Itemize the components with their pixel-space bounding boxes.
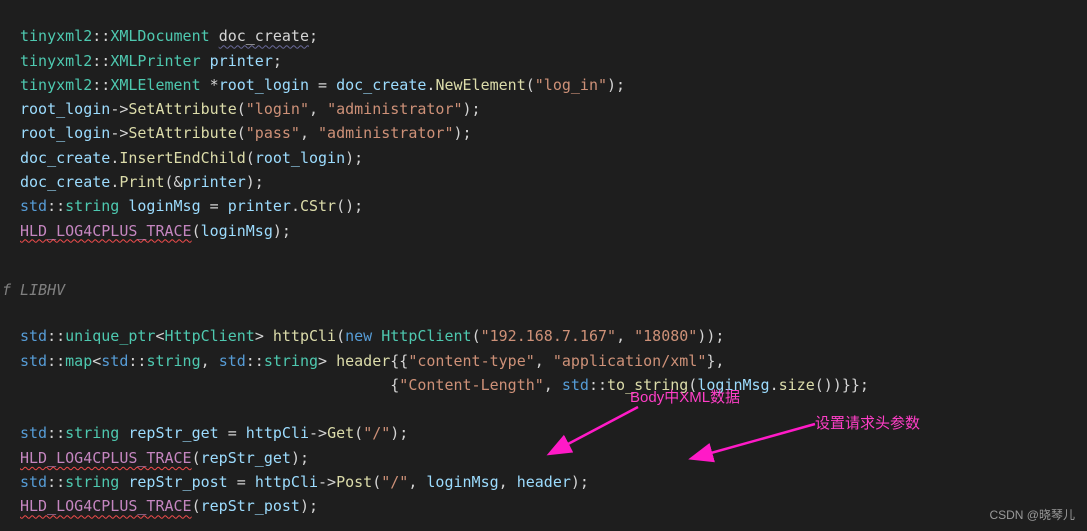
type-string: string (65, 424, 119, 442)
var-printer: printer (210, 52, 273, 70)
line-15: std::string repStr_post = httpCli->Post(… (20, 473, 589, 491)
code-block-top: tinyxml2::XMLDocument doc_create; tinyxm… (20, 0, 625, 243)
var-header: header (336, 352, 390, 370)
annotation-set-header: 设置请求头参数 (815, 412, 920, 436)
type-xmldoc: XMLDocument (110, 27, 209, 45)
fn-print: Print (119, 173, 164, 191)
var-doc-create: doc_create (20, 173, 110, 191)
fn-post: Post (336, 473, 372, 491)
str-slash: "/" (363, 424, 390, 442)
macro-trace: HLD_LOG4CPLUS_TRACE (20, 497, 192, 515)
kw-new: new (345, 327, 372, 345)
fn-setattr: SetAttribute (128, 124, 236, 142)
kw-std: std (20, 327, 47, 345)
var-doc-create: doc_create (336, 76, 426, 94)
str-admin: "administrator" (318, 124, 453, 142)
line-3: tinyxml2::XMLElement *root_login = doc_c… (20, 76, 625, 94)
var-doc-create: doc_create (219, 27, 309, 45)
fn-newelement: NewElement (435, 76, 525, 94)
var-root-login: root_login (219, 76, 309, 94)
kw-std: std (20, 473, 47, 491)
type-string: string (146, 352, 200, 370)
kw-std: std (20, 424, 47, 442)
line-4: root_login->SetAttribute("login", "admin… (20, 100, 481, 118)
line-9: HLD_LOG4CPLUS_TRACE(loginMsg); (20, 222, 291, 240)
fn-setattr: SetAttribute (128, 100, 236, 118)
var-reppost: repStr_post (128, 473, 227, 491)
type-string: string (65, 197, 119, 215)
code-block-bottom: std::unique_ptr<HttpClient> httpCli(new … (20, 300, 869, 519)
var-loginmsg: loginMsg (128, 197, 200, 215)
ns: tinyxml2 (20, 52, 92, 70)
str-admin: "administrator" (327, 100, 462, 118)
var-root-login: root_login (255, 149, 345, 167)
line-7: doc_create.Print(&printer); (20, 173, 264, 191)
str-ct-key: "content-type" (408, 352, 534, 370)
str-slash: "/" (381, 473, 408, 491)
str-port: "18080" (634, 327, 697, 345)
kw-std: std (20, 197, 47, 215)
line-6: doc_create.InsertEndChild(root_login); (20, 149, 363, 167)
var-loginmsg: loginMsg (426, 473, 498, 491)
var-printer: printer (228, 197, 291, 215)
line-1: tinyxml2::XMLDocument doc_create; (20, 27, 318, 45)
str-login-key: "login" (246, 100, 309, 118)
line-13: std::string repStr_get = httpCli->Get("/… (20, 424, 408, 442)
var-httpcli: httpCli (255, 473, 318, 491)
var-root-login: root_login (20, 100, 110, 118)
macro-trace: HLD_LOG4CPLUS_TRACE (20, 222, 192, 240)
var-httpcli: httpCli (273, 327, 336, 345)
var-repget: repStr_get (201, 449, 291, 467)
type-xmlprinter: XMLPrinter (110, 52, 200, 70)
ns: tinyxml2 (20, 76, 92, 94)
type-string: string (65, 473, 119, 491)
var-doc-create: doc_create (20, 149, 110, 167)
arrow-icon-header (685, 420, 825, 472)
line-5: root_login->SetAttribute("pass", "admini… (20, 124, 472, 142)
kw-std: std (101, 352, 128, 370)
var-reppost: repStr_post (201, 497, 300, 515)
var-printer: printer (183, 173, 246, 191)
type-httpclient: HttpClient (165, 327, 255, 345)
fn-insertend: InsertEndChild (119, 149, 245, 167)
line-12: {"Content-Length", std::to_string(loginM… (20, 376, 869, 394)
str-ip: "192.168.7.167" (481, 327, 616, 345)
arrow-icon-body (543, 405, 653, 467)
var-root-login: root_login (20, 124, 110, 142)
type-unique-ptr: unique_ptr (65, 327, 155, 345)
str-cl-key: "Content-Length" (399, 376, 544, 394)
type-httpclient: HttpClient (381, 327, 471, 345)
line-16: HLD_LOG4CPLUS_TRACE(repStr_post); (20, 497, 318, 515)
blank (20, 400, 29, 418)
var-loginmsg: loginMsg (201, 222, 273, 240)
fn-cstr: CStr (300, 197, 336, 215)
type-string: string (264, 352, 318, 370)
str-pass-key: "pass" (246, 124, 300, 142)
var-repget: repStr_get (128, 424, 218, 442)
kw-std: std (20, 352, 47, 370)
type-xmlelement: XMLElement (110, 76, 200, 94)
macro-trace: HLD_LOG4CPLUS_TRACE (20, 449, 192, 467)
line-8: std::string loginMsg = printer.CStr(); (20, 197, 363, 215)
str-ct-val: "application/xml" (553, 352, 707, 370)
watermark: CSDN @晓琴儿 (989, 506, 1075, 525)
line-2: tinyxml2::XMLPrinter printer; (20, 52, 282, 70)
type-map: map (65, 352, 92, 370)
var-header: header (517, 473, 571, 491)
var-httpcli: httpCli (246, 424, 309, 442)
ns: tinyxml2 (20, 27, 92, 45)
line-14: HLD_LOG4CPLUS_TRACE(repStr_get); (20, 449, 309, 467)
fn-get: Get (327, 424, 354, 442)
fn-size: size (779, 376, 815, 394)
str-log-in: "log_in" (535, 76, 607, 94)
kw-std: std (562, 376, 589, 394)
kw-std: std (219, 352, 246, 370)
line-11: std::map<std::string, std::string> heade… (20, 352, 724, 370)
preprocessor-ifdef: f LIBHV (2, 278, 65, 302)
line-10: std::unique_ptr<HttpClient> httpCli(new … (20, 327, 724, 345)
